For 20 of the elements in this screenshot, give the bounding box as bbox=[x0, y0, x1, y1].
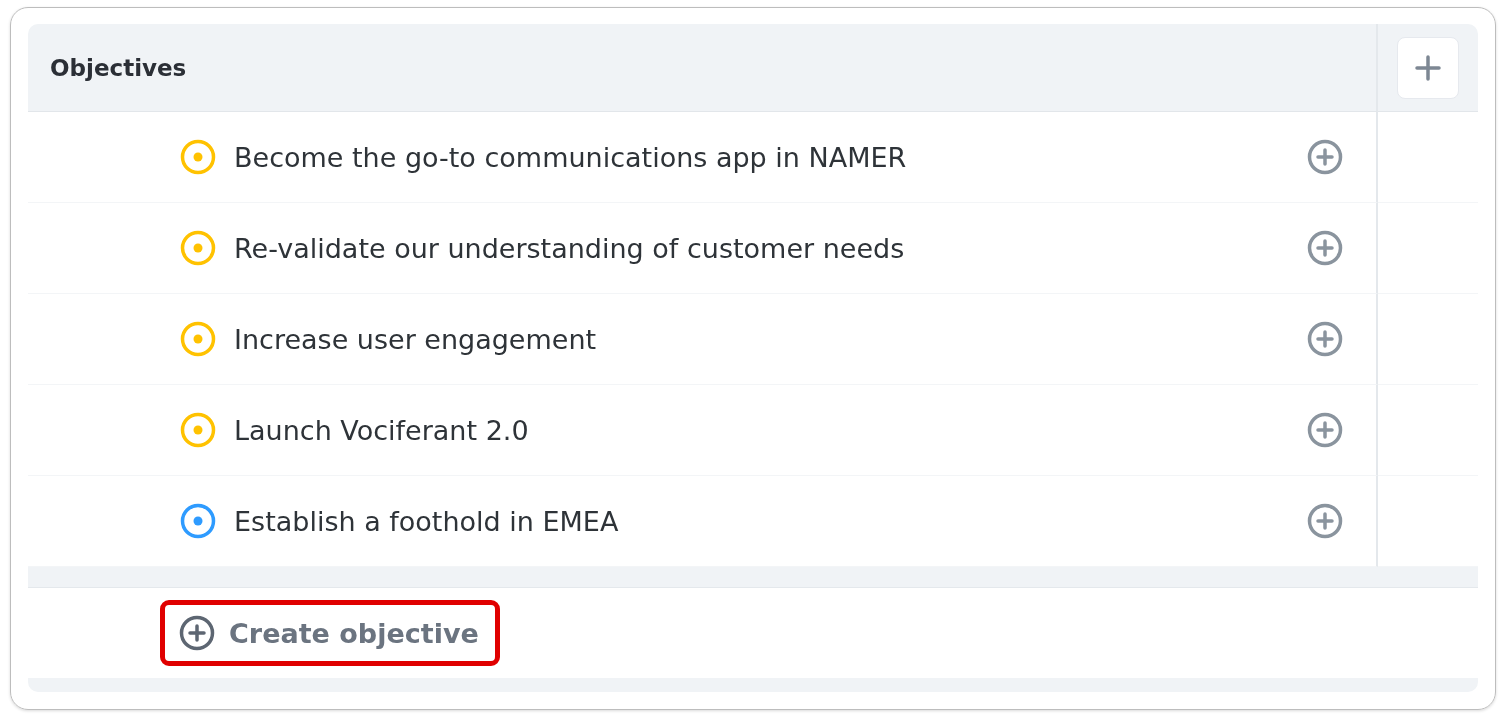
objective-row[interactable]: Establish a foothold in EMEA bbox=[28, 476, 1378, 567]
objective-title: Become the go-to communications app in NAMER bbox=[234, 141, 908, 173]
create-objective-button[interactable]: Create objective bbox=[160, 600, 500, 666]
panel-title: Objectives bbox=[50, 54, 187, 81]
add-button[interactable] bbox=[1397, 36, 1459, 99]
plus-circle-icon[interactable] bbox=[1307, 412, 1343, 448]
plus-circle-icon bbox=[179, 615, 215, 651]
plus-icon bbox=[1413, 52, 1443, 83]
objective-row[interactable]: Become the go-to communications app in NAMER bbox=[28, 112, 1378, 203]
plus-circle-icon[interactable] bbox=[1307, 321, 1343, 357]
objective-row[interactable]: Re-validate our understanding of customer needs bbox=[28, 203, 1378, 294]
plus-circle-icon[interactable] bbox=[1307, 503, 1343, 539]
objective-row[interactable]: Increase user engagement bbox=[28, 294, 1378, 385]
objective-title: Launch Vociferant 2.0 bbox=[234, 414, 530, 446]
plus-circle-icon[interactable] bbox=[1307, 139, 1343, 175]
objective-title: Establish a foothold in EMEA bbox=[234, 505, 620, 537]
objective-title: Re-validate our understanding of customer needs bbox=[234, 232, 906, 264]
objective-row[interactable]: Launch Vociferant 2.0 bbox=[28, 385, 1378, 476]
objective-title: Increase user engagement bbox=[234, 323, 598, 355]
plus-circle-icon[interactable] bbox=[1307, 230, 1343, 266]
